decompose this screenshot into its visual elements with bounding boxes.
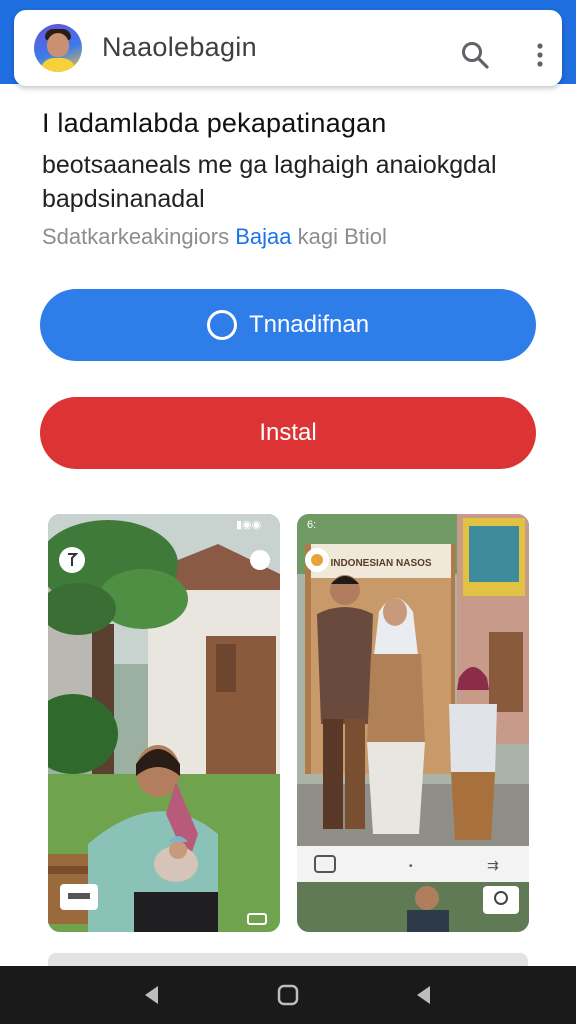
more-vert-icon[interactable] <box>528 40 552 70</box>
meta-prefix: Sdatkarkeakingiors <box>42 224 230 249</box>
meta-suffix: kagi Btiol <box>297 224 387 249</box>
install-label: Instal <box>259 419 317 446</box>
screenshot-1[interactable]: ▮◉◉ <box>48 514 280 932</box>
search-bar[interactable]: Naaolebagin <box>14 10 562 86</box>
screenshot-2-image: INDONESIAN NASOS • ⇉ 6: <box>297 514 529 932</box>
install-button[interactable]: Instal <box>40 397 536 469</box>
listing-meta: Sdatkarkeakingiors Bajaa kagi Btiol <box>42 224 387 250</box>
next-card-peek <box>48 953 528 967</box>
svg-text:⇉: ⇉ <box>487 857 499 873</box>
primary-action-button[interactable]: Tnnadifnan <box>40 289 536 361</box>
nav-recent-icon[interactable] <box>412 983 436 1007</box>
screenshot-2[interactable]: INDONESIAN NASOS • ⇉ 6: <box>297 514 529 932</box>
stall-sign-text: INDONESIAN NASOS <box>330 558 431 569</box>
app-title: Naaolebagin <box>102 32 257 62</box>
primary-action-label: Tnnadifnan <box>248 311 370 338</box>
nav-home-icon[interactable] <box>276 983 300 1007</box>
avatar-face <box>47 33 69 57</box>
nav-back-icon[interactable] <box>140 983 164 1007</box>
svg-text:•: • <box>409 861 413 872</box>
avatar-shirt <box>40 58 76 72</box>
meta-link[interactable]: Bajaa <box>235 224 291 249</box>
svg-text:▮◉◉: ▮◉◉ <box>236 519 261 531</box>
search-icon[interactable] <box>460 40 490 70</box>
circle-icon <box>206 310 237 340</box>
listing-description: beotsaaneals me ga laghaigh anaiokgdal b… <box>42 151 497 213</box>
listing-headline: I ladamlabda pekapatinagan <box>42 108 387 138</box>
system-nav-bar <box>0 966 576 1024</box>
avatar[interactable] <box>34 24 82 72</box>
screenshot-1-image: ▮◉◉ <box>48 514 280 932</box>
svg-text:6:: 6: <box>307 519 316 531</box>
